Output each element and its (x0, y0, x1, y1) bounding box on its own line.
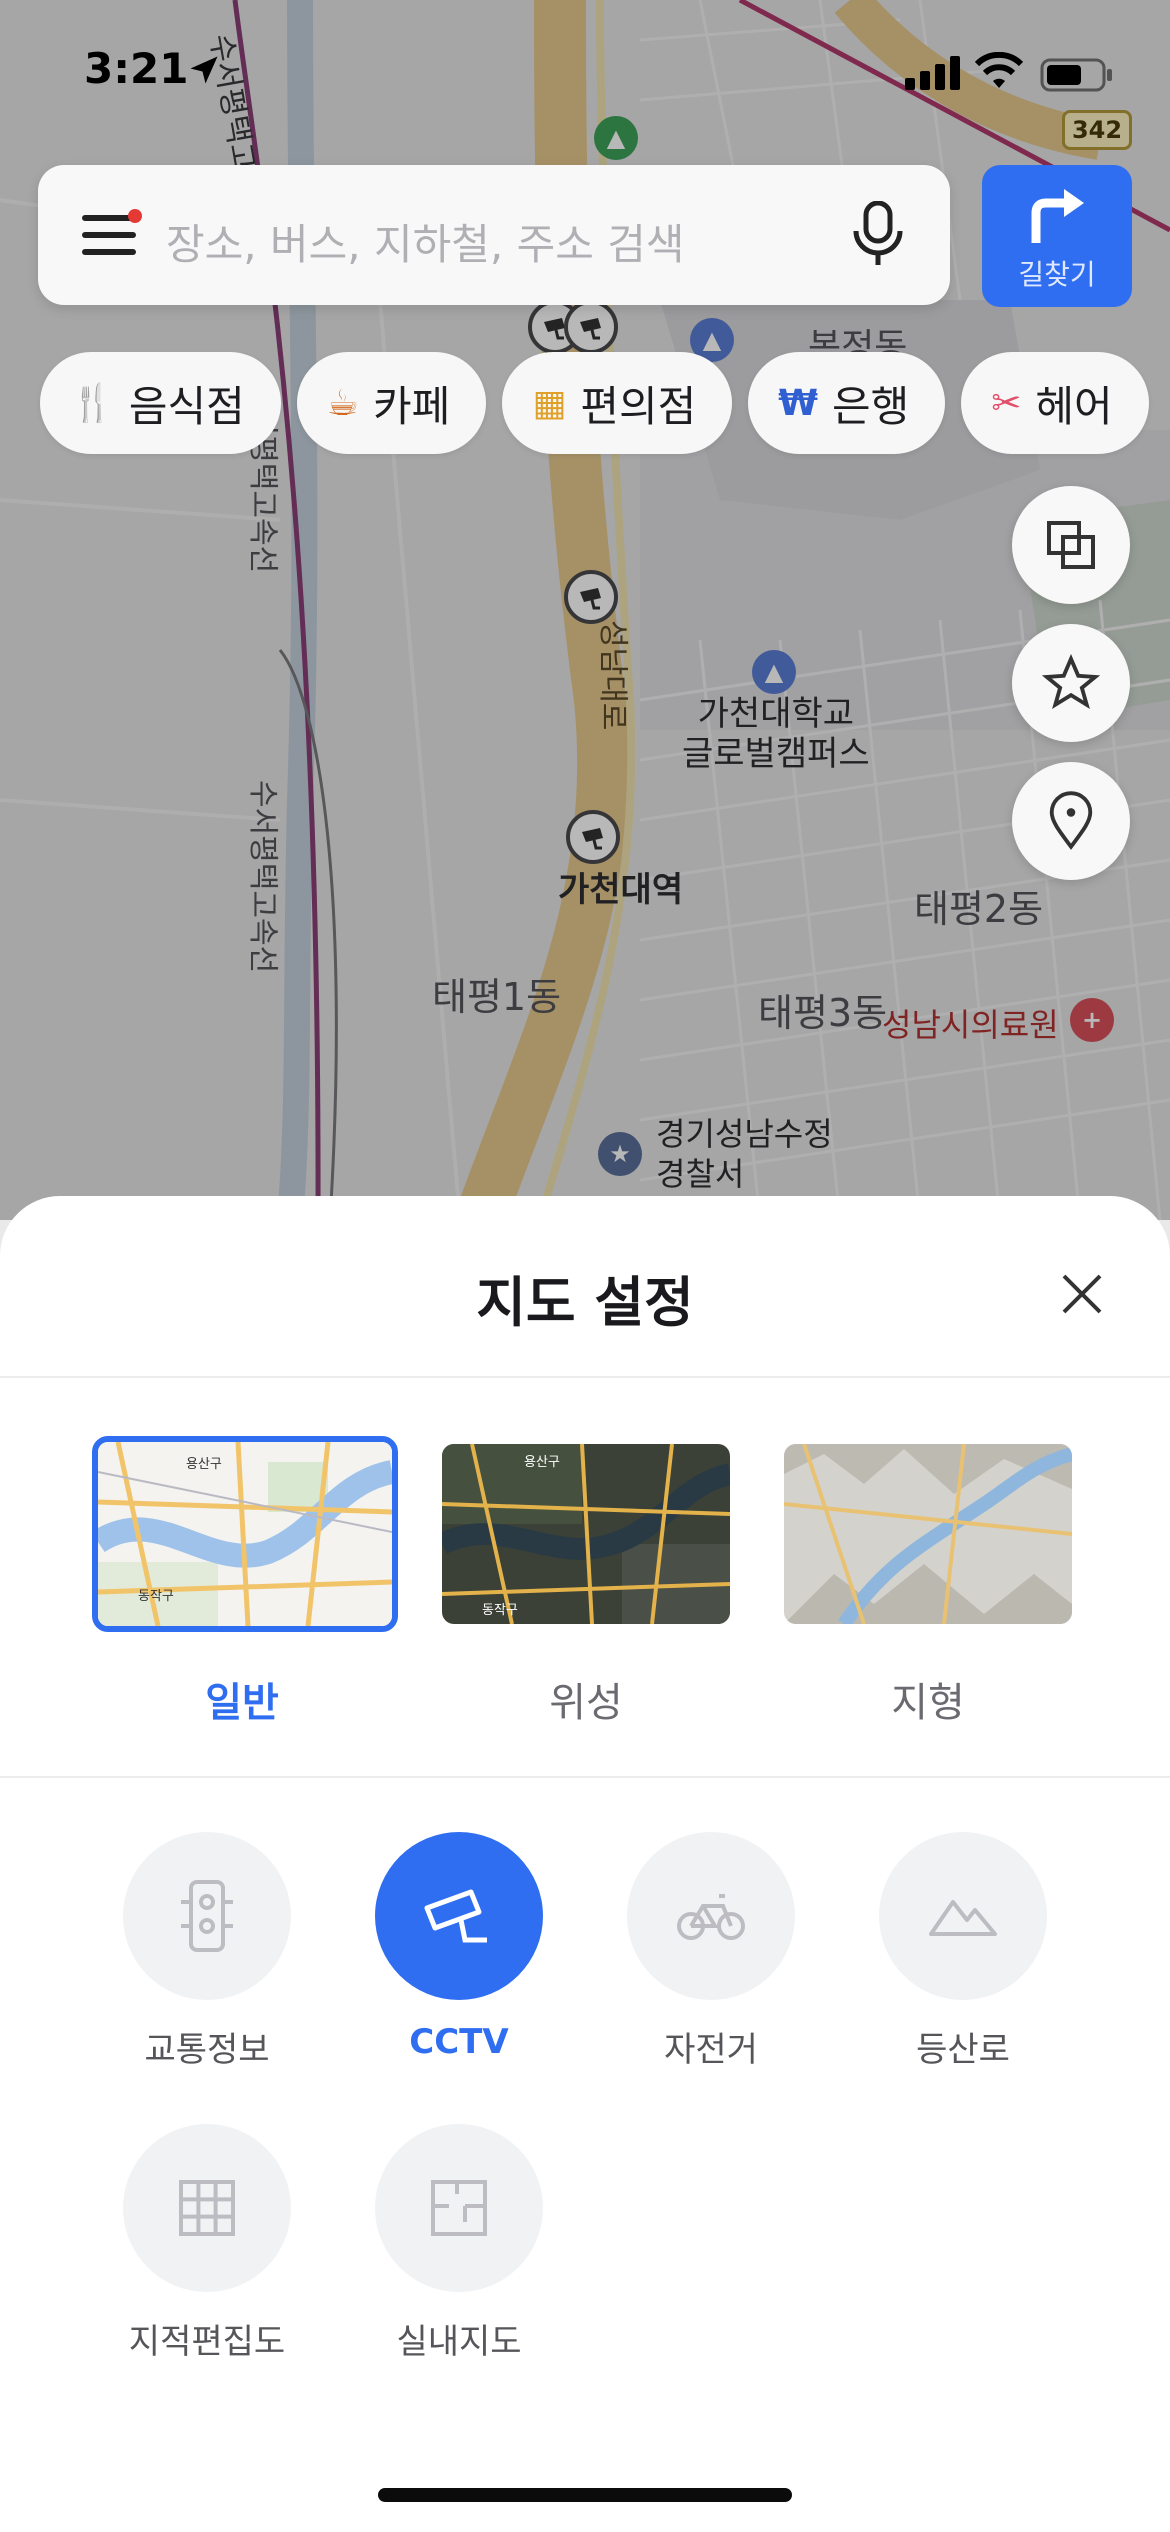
chip-convenience-store[interactable]: ▦ 편의점 (502, 352, 733, 454)
chip-bank[interactable]: ₩ 은행 (748, 352, 946, 454)
star-icon (1041, 654, 1101, 710)
layer-label: 교통정보 (144, 2030, 270, 2070)
grid-icon (179, 2180, 235, 2236)
cctv-icon (424, 1889, 487, 1943)
bicycle-icon (677, 1894, 745, 1940)
svg-text:동작구: 동작구 (138, 1589, 174, 1604)
scissors-icon: ✂ (991, 382, 1022, 424)
layers-icon (1047, 521, 1095, 569)
maptype-satellite[interactable]: 용산구 동작구 위성 (436, 1444, 736, 1728)
won-icon: ₩ (778, 382, 818, 424)
layer-indoor[interactable]: 실내지도 (354, 2124, 564, 2363)
maptype-label: 지형 (891, 1680, 965, 1726)
microphone-icon[interactable] (852, 201, 904, 269)
cellular-signal-icon (905, 56, 960, 90)
turn-arrow-icon (1031, 189, 1084, 243)
map-layers-button[interactable] (1012, 486, 1130, 604)
location-arrow-icon (190, 56, 218, 84)
layer-toggle[interactable] (375, 1832, 543, 2000)
layer-traffic[interactable]: 교통정보 (102, 1832, 312, 2071)
layer-bicycle[interactable]: 자전거 (606, 1832, 816, 2071)
maptype-terrain[interactable]: 지형 (778, 1444, 1078, 1728)
location-pin-icon (1049, 791, 1093, 850)
category-chips: 🍴 음식점 ☕ 카페 ▦ 편의점 ₩ 은행 ✂ 헤어 (40, 352, 1149, 454)
chip-restaurant[interactable]: 🍴 음식점 (40, 352, 281, 454)
fork-knife-icon: 🍴 (70, 383, 115, 424)
layer-label: CCTV (409, 2022, 509, 2062)
home-indicator[interactable] (378, 2488, 792, 2502)
chip-label: 은행 (831, 381, 910, 431)
chip-label: 카페 (373, 381, 451, 431)
layer-hiking[interactable]: 등산로 (858, 1832, 1068, 2071)
general-map-thumbnail: 용산구 동작구 (92, 1436, 398, 1632)
battery-icon (1040, 58, 1112, 92)
svg-text:용산구: 용산구 (186, 1457, 222, 1472)
maptype-label: 위성 (549, 1680, 623, 1726)
search-bar[interactable]: 장소, 버스, 지하철, 주소 검색 (38, 165, 950, 305)
layer-label: 자전거 (664, 2030, 758, 2070)
sheet-divider (0, 1776, 1170, 1778)
layer-label: 지적편집도 (128, 2322, 286, 2362)
floorplan-icon (431, 2180, 487, 2236)
layer-cadastral[interactable]: 지적편집도 (102, 2124, 312, 2363)
layer-toggle[interactable] (375, 2124, 543, 2292)
layer-toggle[interactable] (123, 1832, 291, 2000)
search-placeholder[interactable]: 장소, 버스, 지하철, 주소 검색 (166, 211, 685, 272)
layer-cctv[interactable]: CCTV (354, 1832, 564, 2062)
mountain-icon (929, 1900, 997, 1936)
terrain-map-thumbnail (784, 1444, 1072, 1624)
layer-toggle[interactable] (627, 1832, 795, 2000)
satellite-map-thumbnail: 용산구 동작구 (442, 1444, 730, 1624)
my-location-button[interactable] (1012, 762, 1130, 880)
wifi-icon (975, 52, 1023, 88)
map-settings-sheet: 지도 설정 용산구 동작구 일반 용산구 동작구 위성 지형 교통정보 CCTV… (0, 1196, 1170, 2532)
menu-icon[interactable] (82, 209, 142, 255)
layer-toggle[interactable] (123, 2124, 291, 2292)
favorites-button[interactable] (1012, 624, 1130, 742)
coffee-cup-icon: ☕ (326, 382, 360, 424)
svg-text:동작구: 동작구 (482, 1603, 518, 1618)
chip-cafe[interactable]: ☕ 카페 (296, 352, 487, 454)
status-time: 3:21 (84, 44, 189, 93)
chip-label: 음식점 (128, 381, 245, 431)
chip-label: 헤어 (1035, 381, 1113, 431)
store-icon: ▦ (532, 382, 567, 424)
route-button-label: 길찾기 (1018, 258, 1096, 291)
svg-text:용산구: 용산구 (524, 1455, 560, 1470)
layer-toggle[interactable] (879, 1832, 1047, 2000)
traffic-light-icon (181, 1880, 233, 1952)
route-button[interactable]: 길찾기 (982, 165, 1132, 307)
layer-label: 등산로 (916, 2030, 1010, 2070)
notification-dot (128, 209, 142, 223)
chip-label: 편의점 (580, 381, 697, 431)
chip-hair[interactable]: ✂ 헤어 (961, 352, 1149, 454)
maptype-general[interactable]: 용산구 동작구 일반 (92, 1436, 398, 1728)
close-icon[interactable] (1058, 1270, 1106, 1318)
maptype-label: 일반 (205, 1680, 279, 1726)
layer-label: 실내지도 (396, 2322, 522, 2362)
sheet-title: 지도 설정 (476, 1271, 694, 1334)
sheet-divider (0, 1376, 1170, 1378)
status-bar: 3:21 (0, 0, 1170, 140)
